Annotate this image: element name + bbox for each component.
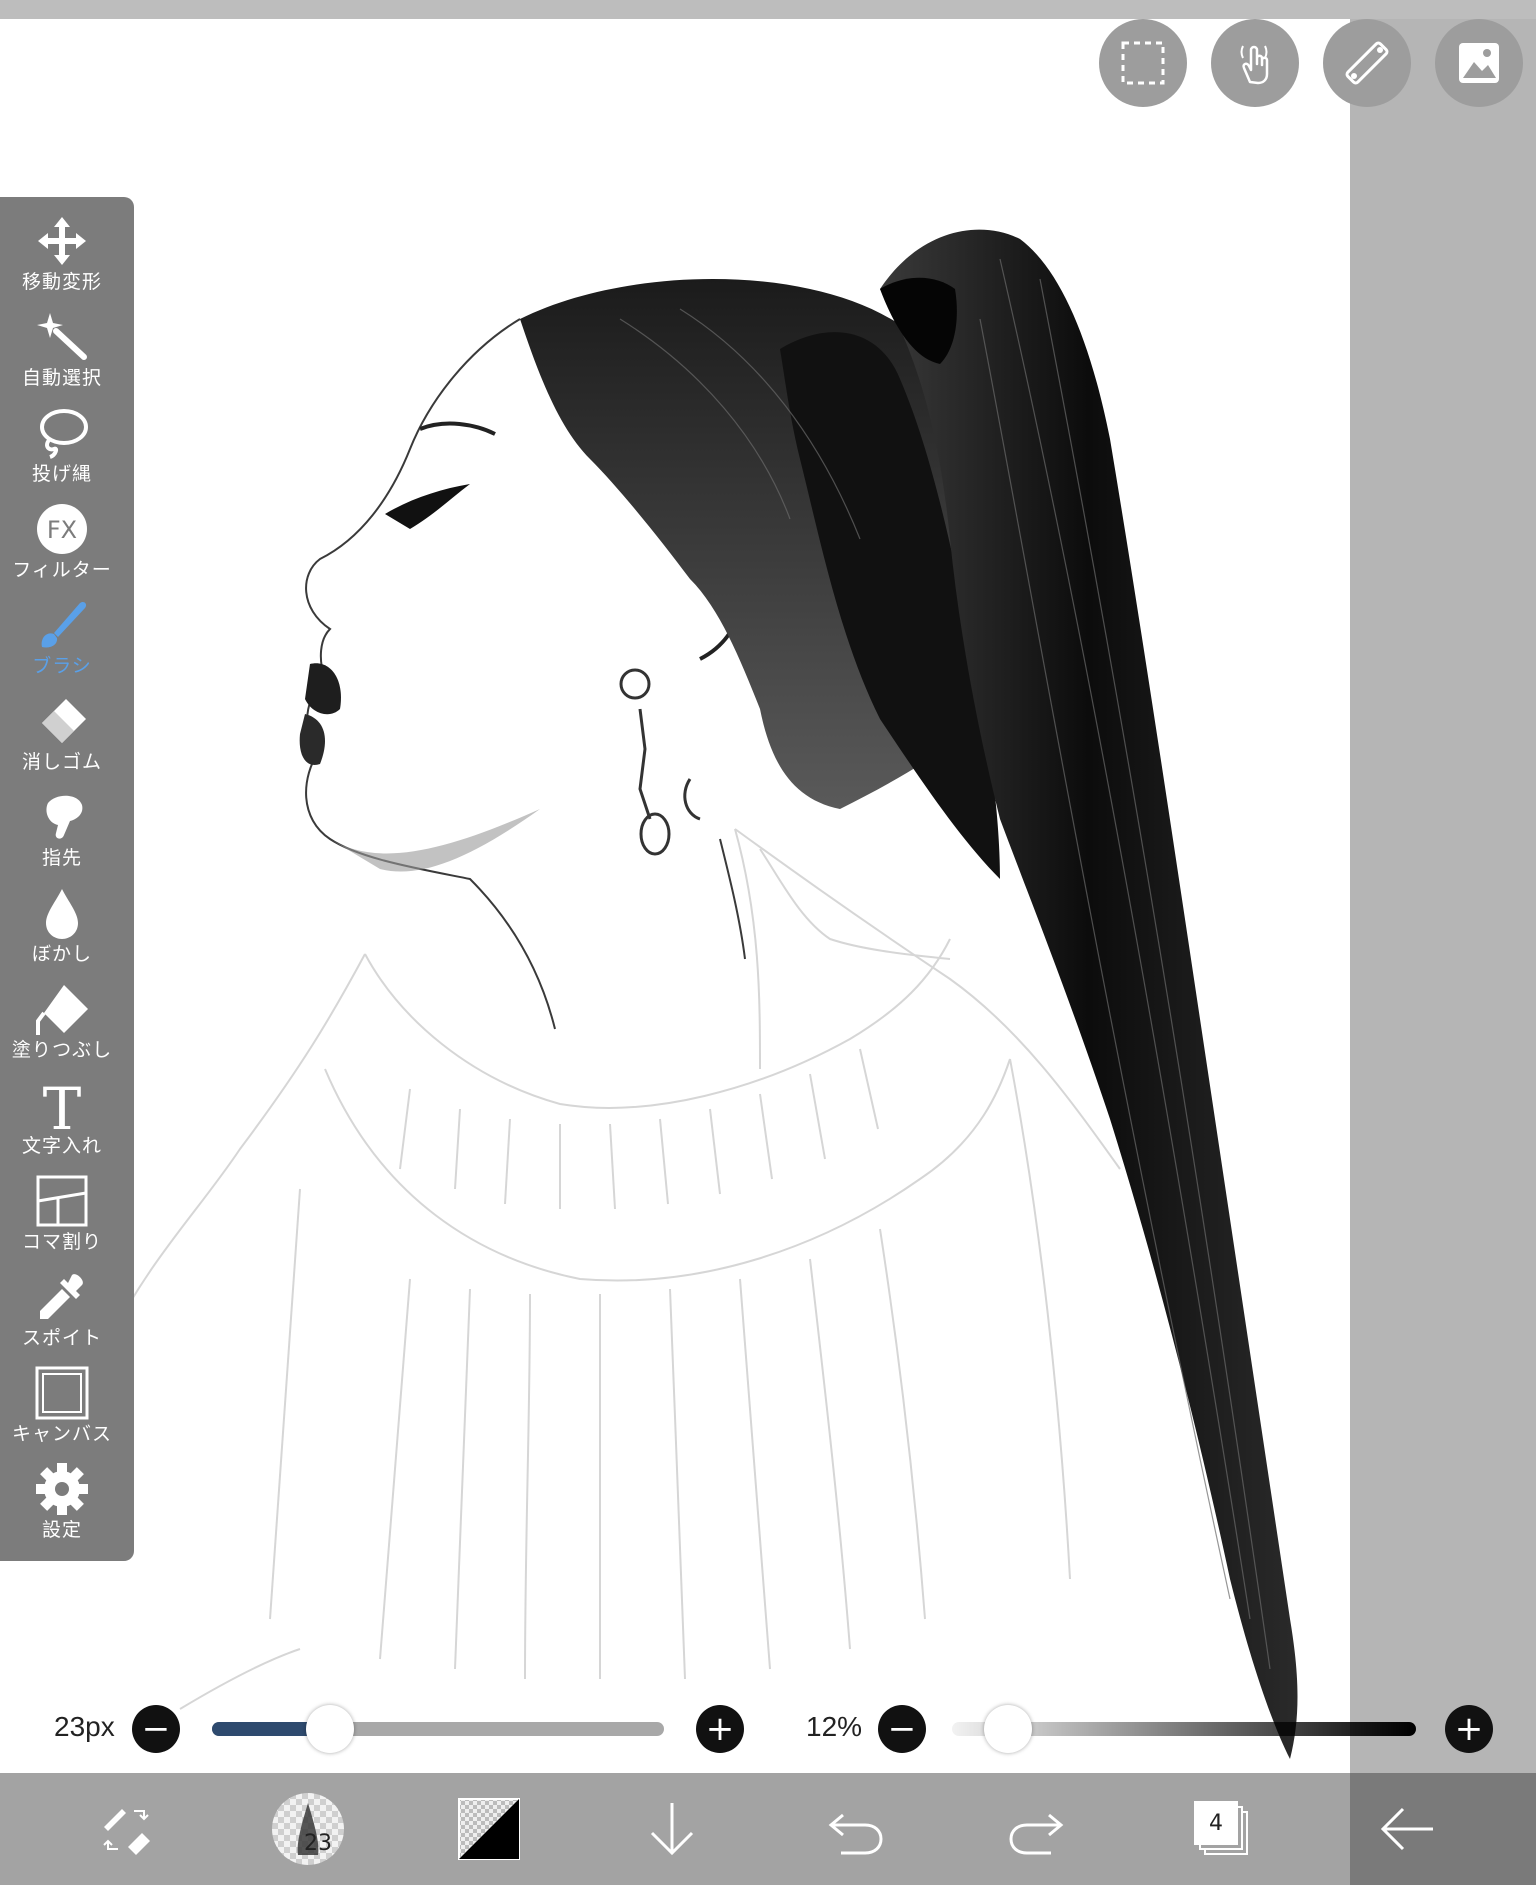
tool-label: 文字入れ <box>21 1135 102 1157</box>
brush-preview-size: 23 <box>304 1831 332 1856</box>
brush-size-plus-button[interactable]: + <box>696 1705 744 1753</box>
material-image-icon <box>1459 43 1499 83</box>
magic-wand-icon <box>34 309 90 365</box>
opacity-value: 12% <box>806 1711 863 1742</box>
svg-text:T: T <box>43 1077 82 1133</box>
tool-label: ブラシ <box>32 655 92 677</box>
touch-gesture-button[interactable] <box>1211 19 1299 107</box>
left-toolbar: 移動変形 自動選択 投げ縄 FX フィルター ブラシ 消しゴム 指先 ぼかし 塗… <box>0 197 134 1561</box>
brush-icon <box>34 597 90 653</box>
selection-icon <box>1121 41 1165 85</box>
tool-label: 指先 <box>41 847 82 869</box>
tool-fill[interactable]: 塗りつぶし <box>0 981 124 1077</box>
frame-divider-icon <box>34 1173 90 1229</box>
brush-slider-row: 23px − + 12% − + <box>0 1695 1536 1765</box>
move-transform-icon <box>34 213 90 269</box>
drawing-canvas[interactable] <box>0 19 1350 1773</box>
right-gutter <box>1350 19 1536 1773</box>
brush-preview-button[interactable]: 23 <box>263 1773 353 1885</box>
settings-gear-icon <box>34 1461 90 1517</box>
layers-button[interactable]: 4 <box>1177 1773 1267 1885</box>
tool-label: ぼかし <box>31 943 92 965</box>
brush-eraser-switch-icon <box>103 1809 150 1855</box>
touch-gesture-icon <box>1240 45 1269 85</box>
ruler-icon <box>1345 41 1389 85</box>
tool-text[interactable]: T 文字入れ <box>0 1077 124 1173</box>
finger-smudge-icon <box>34 789 90 845</box>
brush-size-value: 23px <box>54 1711 115 1742</box>
tool-blur[interactable]: ぼかし <box>0 885 124 981</box>
svg-text:FX: FX <box>47 516 77 544</box>
tool-label: コマ割り <box>21 1231 102 1253</box>
fill-bucket-icon <box>34 981 90 1037</box>
filter-fx-icon: FX <box>34 501 90 557</box>
redo-button[interactable] <box>992 1773 1082 1885</box>
blur-drop-icon <box>34 885 90 941</box>
tool-frame-divider[interactable]: コマ割り <box>0 1173 124 1269</box>
color-swatch-icon <box>458 1798 520 1860</box>
tool-label: 投げ縄 <box>31 463 92 485</box>
redo-icon <box>1009 1813 1064 1855</box>
back-button[interactable] <box>1362 1773 1452 1885</box>
brush-size-minus-button[interactable]: − <box>132 1705 180 1753</box>
tool-label: 移動変形 <box>21 271 102 293</box>
tool-label: 設定 <box>41 1519 82 1541</box>
brush-size-knob[interactable] <box>305 1705 354 1753</box>
tool-filter[interactable]: FX フィルター <box>0 501 124 597</box>
undo-button[interactable] <box>810 1773 900 1885</box>
bottom-toolbar: 23 4 <box>0 1773 1536 1885</box>
tool-eraser[interactable]: 消しゴム <box>0 693 124 789</box>
tool-move-transform[interactable]: 移動変形 <box>0 213 124 309</box>
undo-icon <box>828 1813 883 1855</box>
tool-label: スポイト <box>21 1327 102 1349</box>
tool-label: 塗りつぶし <box>11 1039 113 1061</box>
canvas-icon <box>34 1365 90 1421</box>
opacity-minus-button[interactable]: − <box>878 1705 926 1753</box>
top-status-strip <box>0 0 1536 19</box>
material-button[interactable] <box>1435 19 1523 107</box>
arrow-down-icon <box>650 1803 694 1856</box>
quick-switch-button[interactable] <box>81 1773 171 1885</box>
eyedropper-icon <box>34 1269 90 1325</box>
tool-canvas[interactable]: キャンバス <box>0 1365 124 1461</box>
tool-magic-wand[interactable]: 自動選択 <box>0 309 124 405</box>
arrow-left-icon <box>1380 1807 1433 1851</box>
brush-preview-icon: 23 <box>272 1793 344 1865</box>
tool-lasso[interactable]: 投げ縄 <box>0 405 124 501</box>
layer-count: 4 <box>1194 1801 1238 1845</box>
artwork-illustration <box>109 229 1298 1759</box>
eraser-icon <box>34 693 90 749</box>
tool-label: 消しゴム <box>21 751 102 773</box>
tool-brush[interactable]: ブラシ <box>0 597 124 693</box>
save-download-button[interactable] <box>627 1773 717 1885</box>
opacity-plus-button[interactable]: + <box>1445 1705 1493 1753</box>
tool-eyedropper[interactable]: スポイト <box>0 1269 124 1365</box>
tool-label: キャンバス <box>11 1423 112 1445</box>
color-button[interactable] <box>444 1773 534 1885</box>
opacity-knob[interactable] <box>983 1705 1032 1753</box>
text-icon: T <box>34 1077 90 1133</box>
tool-label: フィルター <box>12 559 112 581</box>
selection-button[interactable] <box>1099 19 1187 107</box>
tool-settings[interactable]: 設定 <box>0 1461 124 1557</box>
layers-icon: 4 <box>1194 1801 1250 1857</box>
ruler-button[interactable] <box>1323 19 1411 107</box>
lasso-icon <box>34 405 90 461</box>
tool-finger[interactable]: 指先 <box>0 789 124 885</box>
tool-label: 自動選択 <box>21 367 102 389</box>
